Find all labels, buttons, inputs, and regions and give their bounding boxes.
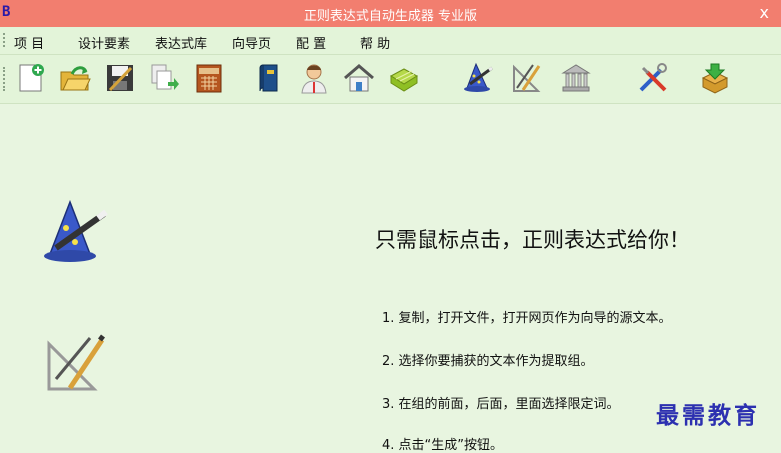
package-download-icon: [701, 63, 729, 94]
download-button[interactable]: [698, 61, 732, 95]
menu-grip: [3, 33, 7, 47]
drafting-button[interactable]: [510, 61, 544, 95]
save-icon: [107, 65, 133, 92]
drafting-tools-icon: [513, 64, 541, 92]
menu-expression-library[interactable]: 表达式库: [155, 33, 207, 52]
title-bar: B 正则表达式自动生成器 专业版 x: [0, 0, 781, 27]
copy-export-icon: [151, 64, 179, 90]
menu-bar: 项 目 设计要素 表达式库 向导页 配 置 帮 助: [0, 27, 781, 55]
new-button[interactable]: [14, 61, 48, 95]
tools-icon: [639, 63, 667, 92]
home-icon: [344, 64, 374, 92]
new-file-icon: [19, 64, 44, 92]
step-4: 4. 点击“生成”按钮。: [382, 438, 504, 453]
menu-configure[interactable]: 配 置: [296, 33, 326, 52]
library-button[interactable]: [253, 61, 287, 95]
wizard-hat-icon: [464, 62, 493, 92]
step-3: 3. 在组的前面，后面，里面选择限定词。: [382, 397, 620, 412]
wizard-button[interactable]: [461, 61, 495, 95]
step-2: 2. 选择你要捕获的文本作为提取组。: [382, 354, 594, 369]
user-button[interactable]: [297, 61, 331, 95]
book-icon: [259, 64, 278, 92]
user-doctor-icon: [301, 64, 327, 94]
basket-button[interactable]: [387, 61, 421, 95]
open-button[interactable]: [58, 61, 92, 95]
calendar-icon: [196, 64, 222, 93]
menu-project[interactable]: 项 目: [14, 33, 44, 52]
menu-design-elements[interactable]: 设计要素: [78, 33, 130, 52]
window-title: 正则表达式自动生成器 专业版: [303, 9, 478, 24]
save-button[interactable]: [103, 61, 137, 95]
watermark: 最需教育: [656, 402, 760, 429]
toolbar: [0, 55, 781, 104]
headline: 只需鼠标点击，正则表达式给你！: [375, 228, 690, 252]
toolbar-grip: [3, 67, 7, 91]
drafting-tools-icon[interactable]: [46, 334, 106, 392]
step-1: 1. 复制，打开文件，打开网页作为向导的源文本。: [382, 311, 672, 326]
export-button[interactable]: [147, 61, 181, 95]
close-icon[interactable]: x: [760, 3, 769, 22]
bank-button[interactable]: [559, 61, 593, 95]
tools-button[interactable]: [636, 61, 670, 95]
calendar-button[interactable]: [192, 61, 226, 95]
home-button[interactable]: [342, 61, 376, 95]
bank-icon: [561, 64, 591, 92]
menu-wizard-page[interactable]: 向导页: [232, 33, 271, 52]
wizard-hat-icon[interactable]: [42, 200, 110, 264]
open-folder-icon: [60, 66, 91, 91]
menu-help[interactable]: 帮 助: [360, 33, 390, 52]
basket-icon: [389, 68, 419, 92]
